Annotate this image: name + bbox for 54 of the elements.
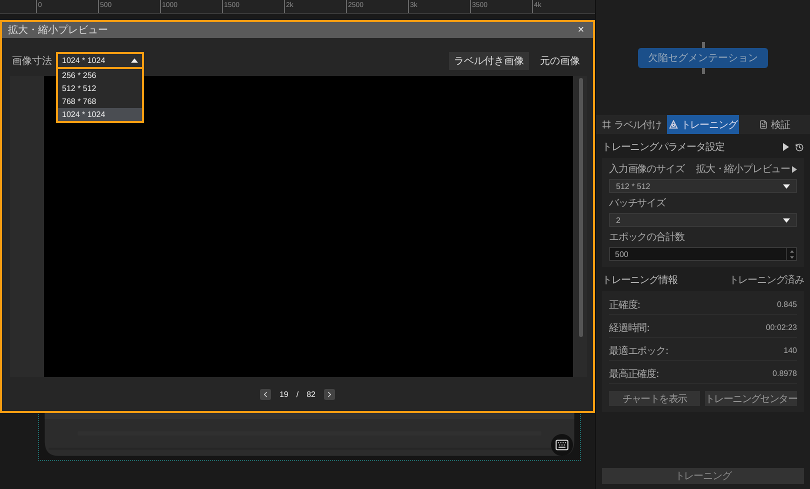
- document-icon: [758, 120, 768, 129]
- input-size-select[interactable]: 512 * 512: [609, 179, 797, 193]
- info-value: 140: [784, 346, 797, 355]
- dialog-title: 拡大・縮小プレビュー: [8, 24, 108, 37]
- history-icon[interactable]: [795, 142, 804, 152]
- size-label: 画像寸法: [12, 54, 52, 68]
- connector: [702, 68, 704, 74]
- info-label: 最適エポック:: [609, 344, 668, 358]
- caret-icon: [783, 184, 790, 188]
- flow-node[interactable]: 欠陥セグメンテーション: [638, 48, 768, 68]
- total-pages: 82: [306, 390, 316, 398]
- view-toggle[interactable]: 元の画像: [535, 52, 585, 70]
- play-icon: [792, 166, 797, 172]
- current-page: 19: [279, 390, 288, 398]
- dropdown-option[interactable]: 1024 * 1024: [58, 108, 142, 120]
- dropdown-option[interactable]: 256 * 256: [58, 68, 142, 82]
- scrollbar[interactable]: [579, 78, 583, 337]
- panel-tab[interactable]: 検証: [738, 115, 810, 134]
- info-value: 0.845: [776, 300, 797, 309]
- panel-tab[interactable]: ラベル付け: [596, 115, 668, 134]
- field-label: 入力画像のサイズ: [609, 162, 684, 176]
- dropdown-option[interactable]: 512 * 512: [58, 82, 142, 94]
- caret-icon: [131, 58, 138, 63]
- info-button[interactable]: チャートを表示: [609, 391, 700, 406]
- caret-icon: [783, 218, 790, 222]
- info-label: 最高正確度:: [609, 368, 659, 380]
- connector: [702, 42, 704, 48]
- epochs-field[interactable]: 500: [609, 247, 797, 261]
- view-toggle[interactable]: ラベル付き画像: [449, 52, 529, 70]
- close-button[interactable]: ×: [575, 24, 587, 36]
- next-page-button[interactable]: [324, 388, 335, 400]
- field-label: エポックの合計数: [609, 230, 686, 244]
- train-button[interactable]: トレーニング: [602, 468, 804, 484]
- network-icon: [668, 120, 678, 129]
- play-icon[interactable]: [783, 143, 789, 151]
- info-label: 正確度:: [609, 298, 640, 312]
- keyboard-icon: [555, 438, 569, 452]
- spin-arrows-icon[interactable]: [786, 248, 796, 260]
- page-separator: /: [296, 390, 299, 398]
- batch-size-select[interactable]: 2: [609, 213, 797, 227]
- preview-link[interactable]: 拡大・縮小プレビュー: [696, 162, 797, 176]
- previous-page-button[interactable]: [260, 388, 272, 400]
- section-title: トレーニング情報: [602, 274, 678, 287]
- panel-tab[interactable]: トレーニング: [667, 115, 739, 134]
- field-label: バッチサイズ: [609, 197, 667, 210]
- section-title: トレーニングパラメータ設定: [602, 140, 726, 154]
- frame-icon: [602, 120, 612, 129]
- info-value: 0.8978: [772, 369, 797, 378]
- info-button[interactable]: トレーニングセンター: [704, 391, 797, 406]
- info-label: 経過時間:: [609, 322, 650, 334]
- size-dropdown[interactable]: 1024 * 1024: [58, 54, 142, 68]
- training-status: トレーニング済み: [728, 274, 804, 287]
- info-value: 00:02:23: [766, 323, 797, 332]
- dropdown-option[interactable]: 768 * 768: [58, 94, 142, 108]
